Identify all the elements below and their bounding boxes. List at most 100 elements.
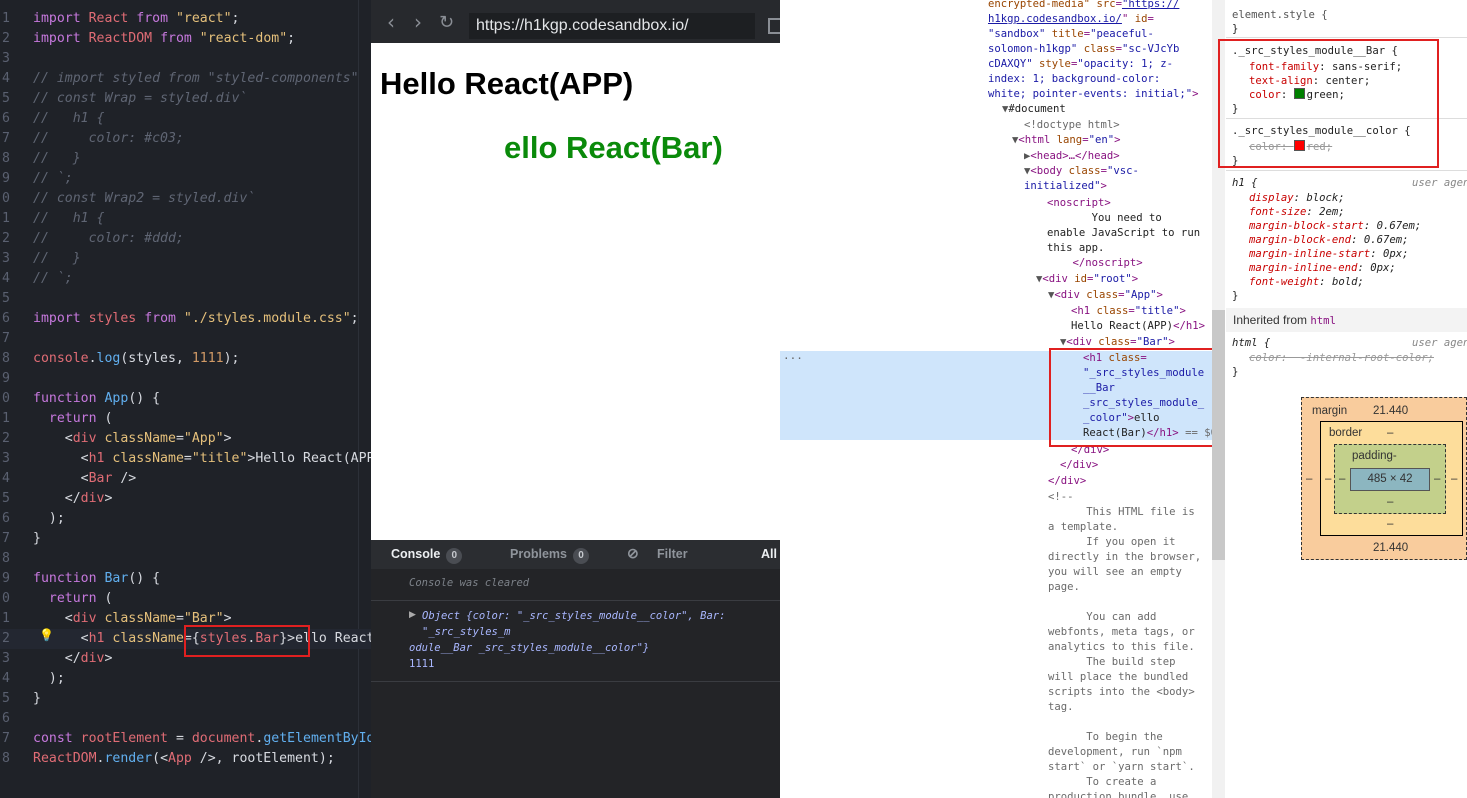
dom-node-line[interactable]: ▼<div class="App"> bbox=[1048, 288, 1163, 303]
dom-node-line[interactable]: will place the bundled bbox=[1048, 670, 1188, 685]
dom-node-line[interactable]: webfonts, meta tags, or bbox=[1048, 625, 1195, 640]
dom-node-line[interactable]: page. bbox=[1048, 580, 1080, 595]
dom-node-line[interactable]: </div> bbox=[1048, 474, 1086, 489]
dom-node-line[interactable]: </div> bbox=[1060, 458, 1098, 473]
dom-node-line[interactable]: ▼<body class="vsc- bbox=[1024, 164, 1139, 179]
code-line[interactable]: 7} bbox=[0, 529, 371, 549]
code-line[interactable]: 5} bbox=[0, 689, 371, 709]
dom-node-line[interactable]: The build step bbox=[1048, 655, 1175, 670]
dom-node-line[interactable]: <h1 class="title"> bbox=[1071, 304, 1186, 319]
code-line[interactable]: 2 import ReactDOM from "react-dom"; bbox=[0, 29, 371, 49]
html-rule-prop-color[interactable]: color: -internal-root-color; bbox=[1249, 351, 1434, 365]
dom-node-line[interactable]: ▶<head>…</head> bbox=[1024, 149, 1120, 164]
dom-node-line[interactable]: If you open it bbox=[1048, 535, 1175, 550]
code-line[interactable]: 8 console.log(styles, 1111); bbox=[0, 349, 371, 369]
dom-node-line[interactable]: enable JavaScript to run bbox=[1047, 226, 1200, 241]
code-line[interactable]: 5 bbox=[0, 289, 371, 309]
dom-node-line[interactable]: scripts into the <body> bbox=[1048, 685, 1195, 700]
code-line[interactable]: 4 // `; bbox=[0, 269, 371, 289]
h1-rule-prop-margin-inline-start[interactable]: margin-inline-start: 0px; bbox=[1249, 247, 1408, 261]
open-new-window-icon[interactable] bbox=[768, 18, 780, 34]
code-line[interactable]: 4 ); bbox=[0, 669, 371, 689]
dom-node-line[interactable]: "sandbox" title="peaceful- bbox=[988, 27, 1154, 42]
code-line[interactable]: 4 // import styled from "styled-component… bbox=[0, 69, 371, 89]
tab-problems[interactable]: Problems 0 bbox=[510, 547, 589, 564]
code-line[interactable]: 8 // } bbox=[0, 149, 371, 169]
code-line[interactable]: 0 // const Wrap2 = styled.div` bbox=[0, 189, 371, 209]
elements-scrollbar-thumb[interactable] bbox=[1212, 310, 1225, 560]
code-line[interactable]: 8 ReactDOM.render(<App />, rootElement); bbox=[0, 749, 371, 769]
code-line[interactable]: 0 return ( bbox=[0, 589, 371, 609]
code-line[interactable]: 3 bbox=[0, 49, 371, 69]
code-line[interactable]: 9 // `; bbox=[0, 169, 371, 189]
code-line[interactable]: 6 // h1 { bbox=[0, 109, 371, 129]
console-object-log[interactable]: Object {color: "_src_styles_module__colo… bbox=[409, 608, 780, 656]
h1-rule-prop-font-weight[interactable]: font-weight: bold; bbox=[1249, 275, 1364, 289]
code-line[interactable]: 1 import React from "react"; bbox=[0, 9, 371, 29]
dom-node-line[interactable]: start` or `yarn start`. bbox=[1048, 760, 1195, 775]
h1-rule-prop-margin-block-end[interactable]: margin-block-end: 0.67em; bbox=[1249, 233, 1408, 247]
dom-node-line[interactable]: analytics to this file. bbox=[1048, 640, 1195, 655]
dom-node-line[interactable]: ▼<div id="root"> bbox=[1036, 272, 1138, 287]
h1-rule-prop-font-size[interactable]: font-size: 2em; bbox=[1249, 205, 1345, 219]
dom-node-line[interactable]: this app. bbox=[1047, 241, 1104, 256]
dom-node-line[interactable]: ▼#document bbox=[1002, 102, 1066, 117]
code-line[interactable]: 3 <h1 className="title">Hello React(APP)… bbox=[0, 449, 371, 469]
dom-node-line[interactable]: To begin the bbox=[1048, 730, 1163, 745]
dom-node-line[interactable]: You need to bbox=[1047, 211, 1162, 226]
reload-icon[interactable]: ↻ bbox=[439, 12, 454, 33]
code-line[interactable]: 6 bbox=[0, 709, 371, 729]
code-editor[interactable]: 1 import React from "react"; 2 import React… bbox=[0, 0, 371, 798]
dom-node-line[interactable]: </noscript> bbox=[1047, 256, 1143, 271]
code-line[interactable]: 3 // } bbox=[0, 249, 371, 269]
dom-node-line[interactable]: Hello React(APP)</h1> bbox=[1071, 319, 1205, 334]
code-line[interactable]: 1 // h1 { bbox=[0, 209, 371, 229]
code-line[interactable]: 7 // color: #c03; bbox=[0, 129, 371, 149]
dom-node-line[interactable]: h1kgp.codesandbox.io/" id= bbox=[988, 12, 1154, 27]
code-line[interactable]: 2 // color: #ddd; bbox=[0, 229, 371, 249]
code-line[interactable]: 9 bbox=[0, 369, 371, 389]
inherited-html-link[interactable]: html bbox=[1310, 315, 1336, 327]
dom-node-line[interactable]: initialized"> bbox=[1024, 179, 1107, 194]
clear-filter-icon[interactable]: ⊘ bbox=[627, 545, 639, 562]
dom-node-line[interactable]: <!-- bbox=[1048, 490, 1074, 505]
dom-node-line[interactable]: index: 1; background-color: bbox=[988, 72, 1160, 87]
code-line[interactable]: 0 function App() { bbox=[0, 389, 371, 409]
h1-rule-prop-margin-inline-end[interactable]: margin-inline-end: 0px; bbox=[1249, 261, 1396, 275]
more-options-icon[interactable]: ··· bbox=[783, 352, 803, 365]
code-line[interactable]: 2 <div className="App"> bbox=[0, 429, 371, 449]
code-line[interactable]: 6 import styles from "./styles.module.css… bbox=[0, 309, 371, 329]
dom-node-line[interactable]: directly in the browser, bbox=[1048, 550, 1201, 565]
dom-node-line[interactable]: To create a bbox=[1048, 775, 1156, 790]
dom-node-line[interactable]: This HTML file is bbox=[1048, 505, 1194, 520]
dom-node-line[interactable]: You can add bbox=[1048, 610, 1156, 625]
code-line[interactable]: 7 bbox=[0, 329, 371, 349]
dom-node-line[interactable]: production bundle, use bbox=[1048, 790, 1188, 798]
back-icon[interactable]: ‹ bbox=[387, 10, 395, 34]
dom-node-line[interactable]: tag. bbox=[1048, 700, 1074, 715]
level-select[interactable]: All bbox=[761, 547, 777, 561]
filter-input[interactable]: Filter bbox=[657, 547, 688, 561]
code-line[interactable]: 4 <Bar /> bbox=[0, 469, 371, 489]
code-line[interactable]: 5 // const Wrap = styled.div` bbox=[0, 89, 371, 109]
dom-node-line[interactable]: ▼<html lang="en"> bbox=[1012, 133, 1120, 148]
lightbulb-icon[interactable]: 💡 bbox=[39, 628, 54, 642]
dom-node-line[interactable]: cDAXQY" style="opacity: 1; z- bbox=[988, 57, 1173, 72]
box-model-content[interactable]: 485 × 42 bbox=[1350, 468, 1430, 491]
h1-rule-prop-display[interactable]: display: block; bbox=[1249, 191, 1345, 205]
code-line[interactable]: 1 return ( bbox=[0, 409, 371, 429]
h1-rule-prop-margin-block-start[interactable]: margin-block-start: 0.67em; bbox=[1249, 219, 1421, 233]
dom-node-line[interactable]: you will see an empty bbox=[1048, 565, 1182, 580]
dom-node-line[interactable]: encrypted-media" src="https:// bbox=[988, 0, 1179, 12]
dom-node-line[interactable]: solomon-h1kgp" class="sc-VJcYb bbox=[988, 42, 1179, 57]
url-field[interactable]: https://h1kgp.codesandbox.io/ bbox=[469, 13, 755, 39]
dom-node-line[interactable]: a template. bbox=[1048, 520, 1118, 535]
expand-triangle-icon[interactable]: ▶ bbox=[409, 609, 416, 620]
code-line[interactable]: 9 function Bar() { bbox=[0, 569, 371, 589]
code-line[interactable]: 8 bbox=[0, 549, 371, 569]
dom-node-line[interactable]: <!doctype html> bbox=[1024, 118, 1120, 133]
code-line[interactable]: 7 const rootElement = document.getElement… bbox=[0, 729, 371, 749]
code-line[interactable]: 6 ); bbox=[0, 509, 371, 529]
forward-icon[interactable]: › bbox=[414, 10, 422, 34]
dom-node-line[interactable]: white; pointer-events: initial;"> bbox=[988, 87, 1199, 102]
